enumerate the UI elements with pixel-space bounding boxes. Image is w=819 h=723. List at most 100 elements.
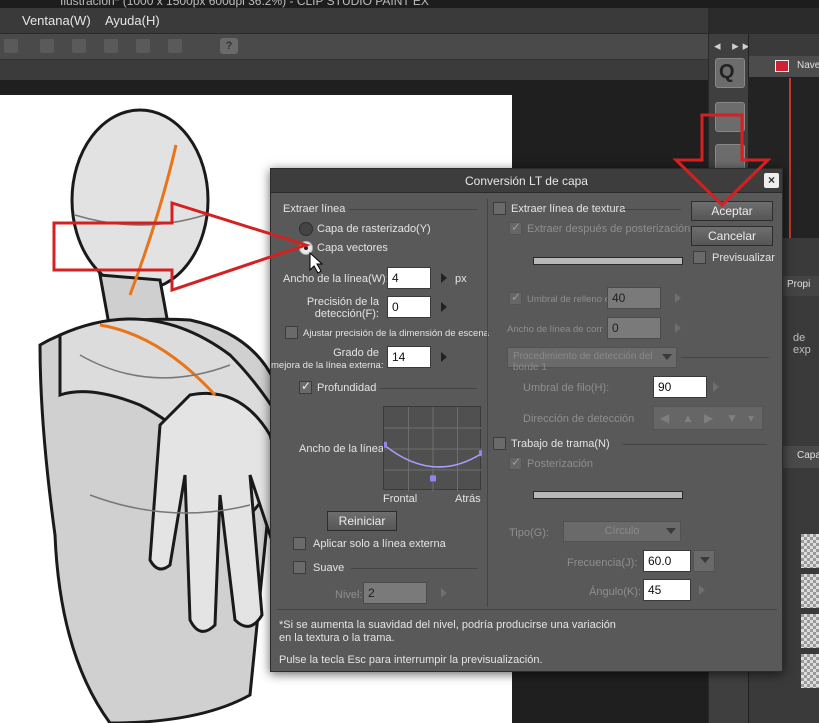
level-slider-arrow[interactable]: [441, 588, 447, 598]
arrow-down-icon[interactable]: ▼: [726, 411, 738, 425]
depth-curve-svg: [381, 407, 485, 491]
window-title-bar: Ilustración* (1000 x 1500px 600dpi 36.2%…: [0, 0, 819, 8]
precision-input[interactable]: 0: [387, 296, 431, 318]
command-icon[interactable]: [72, 39, 86, 53]
chevron-down-icon: [666, 528, 676, 534]
properties-label: Propi: [787, 279, 811, 290]
divider: [379, 388, 477, 389]
edge-threshold-arrow[interactable]: [713, 382, 719, 392]
layer-thumbnails: [801, 534, 819, 694]
divider: [349, 209, 477, 210]
direction-buttons[interactable]: ◀ ▲ ▶ ▼ ▾: [653, 406, 763, 430]
frequency-dropdown[interactable]: [693, 550, 715, 572]
column-divider: [487, 199, 488, 607]
dialog-title: Conversión LT de capa: [465, 174, 588, 188]
type-value: Círculo: [604, 525, 640, 537]
posterize-checkbox[interactable]: [509, 455, 522, 470]
fill-threshold-arrow[interactable]: [675, 293, 681, 303]
precision-label-2: detección(F):: [314, 308, 379, 320]
line-width-input[interactable]: 4: [387, 267, 431, 289]
outer-line-label-2: mejora de la línea externa:: [271, 360, 384, 371]
arrow-left-icon[interactable]: ◀: [660, 411, 669, 425]
zoom-icon[interactable]: Q: [715, 58, 745, 88]
after-poster-label: Extraer después de posterización: [527, 223, 691, 235]
material-icon[interactable]: [715, 102, 745, 132]
precision-label-1: Precisión de la: [306, 296, 379, 308]
fill-threshold-input[interactable]: 40: [607, 287, 661, 309]
ok-button[interactable]: Aceptar: [691, 201, 773, 221]
divider: [681, 357, 769, 358]
command-icon[interactable]: [4, 39, 18, 53]
edge-method-select[interactable]: Procedimiento de detección del borde 1: [507, 347, 677, 373]
menu-ayuda[interactable]: Ayuda(H): [105, 13, 160, 28]
command-icon[interactable]: [136, 39, 150, 53]
radio-raster-layer[interactable]: [299, 222, 313, 236]
arrow-up-icon[interactable]: ▲: [682, 411, 694, 425]
adjust-scene-checkbox[interactable]: [285, 326, 298, 339]
fill-threshold-checkbox[interactable]: [509, 290, 522, 305]
texture-section: Extraer línea de textura: [511, 203, 626, 215]
edge-threshold-input[interactable]: 90: [653, 376, 707, 398]
curve-control-point[interactable]: [479, 450, 485, 457]
frequency-input[interactable]: 60.0: [643, 550, 691, 572]
angle-input[interactable]: 45: [643, 579, 691, 601]
close-icon[interactable]: ×: [764, 173, 779, 188]
divider: [351, 568, 477, 569]
navigator-tab[interactable]: Naveg: [749, 56, 819, 78]
outer-line-slider-arrow[interactable]: [441, 352, 447, 362]
note-line-1: *Si se aumenta la suavidad del nivel, po…: [279, 619, 616, 631]
level-label: Nivel:: [335, 589, 363, 601]
tone-section: Trabajo de trama(N): [511, 438, 610, 450]
tone-preview-bar: [533, 491, 683, 499]
depth-checkbox[interactable]: [299, 379, 312, 394]
navigator-icon: [775, 60, 789, 72]
edge-method-value: Procedimiento de detección del borde 1: [513, 351, 653, 373]
type-label: Tipo(G):: [509, 527, 549, 539]
outer-only-checkbox[interactable]: [293, 537, 306, 550]
type-select[interactable]: Círculo: [563, 521, 681, 542]
radio-raster-label: Capa de rasterizado(Y): [317, 223, 431, 235]
chevron-down-icon[interactable]: ▾: [748, 411, 754, 425]
dialog-title-bar[interactable]: Conversión LT de capa ×: [271, 169, 782, 193]
help-icon[interactable]: ?: [220, 38, 238, 54]
note-line-3: Pulse la tecla Esc para interrumpir la p…: [279, 654, 543, 666]
texture-checkbox[interactable]: [493, 202, 506, 215]
precision-slider-arrow[interactable]: [441, 302, 447, 312]
navigator-label: Naveg: [797, 60, 819, 71]
line-width-label: Ancho de la línea(W):: [283, 273, 389, 285]
line-width-slider-arrow[interactable]: [441, 273, 447, 283]
smooth-label: Suave: [313, 562, 345, 574]
preview-checkbox[interactable]: [693, 251, 706, 264]
angle-arrow[interactable]: [699, 585, 705, 595]
adjust-scene-label: Ajustar precisión de la dimensión de esc…: [303, 328, 489, 339]
outer-line-input[interactable]: 14: [387, 346, 431, 368]
reset-button[interactable]: Reiniciar: [327, 511, 397, 531]
radio-vector-layer[interactable]: [299, 241, 313, 255]
command-icon[interactable]: [168, 39, 182, 53]
divider: [623, 444, 767, 445]
line-width-corr-arrow[interactable]: [675, 323, 681, 333]
arrow-right-icon[interactable]: ▶: [704, 411, 713, 425]
chevron-down-icon: [662, 354, 672, 360]
fill-threshold-label: Umbral de relleno en: [527, 294, 616, 305]
cancel-button[interactable]: Cancelar: [691, 226, 773, 246]
depth-curve-graph[interactable]: [381, 406, 485, 491]
level-input[interactable]: 2: [363, 582, 427, 604]
lt-conversion-dialog: Conversión LT de capa × Extraer línea Ca…: [270, 168, 783, 672]
curve-control-point[interactable]: [381, 441, 387, 448]
graph-x-right: Atrás: [455, 493, 481, 505]
smooth-checkbox[interactable]: [293, 561, 306, 574]
angle-label: Ángulo(K):: [589, 586, 641, 598]
outer-only-label: Aplicar solo a línea externa: [313, 538, 446, 550]
depth-label: Profundidad: [317, 382, 377, 394]
tone-checkbox[interactable]: [493, 437, 506, 450]
after-poster-checkbox[interactable]: [509, 220, 522, 235]
line-width-corr-input[interactable]: 0: [607, 317, 661, 339]
curve-control-point[interactable]: [430, 475, 436, 482]
properties-text: de exp: [793, 332, 811, 356]
menu-ventana[interactable]: Ventana(W): [22, 13, 91, 28]
tab-strip: [0, 60, 708, 80]
window-title: Ilustración* (1000 x 1500px 600dpi 36.2%…: [60, 0, 429, 8]
command-icon[interactable]: [40, 39, 54, 53]
command-icon[interactable]: [104, 39, 118, 53]
